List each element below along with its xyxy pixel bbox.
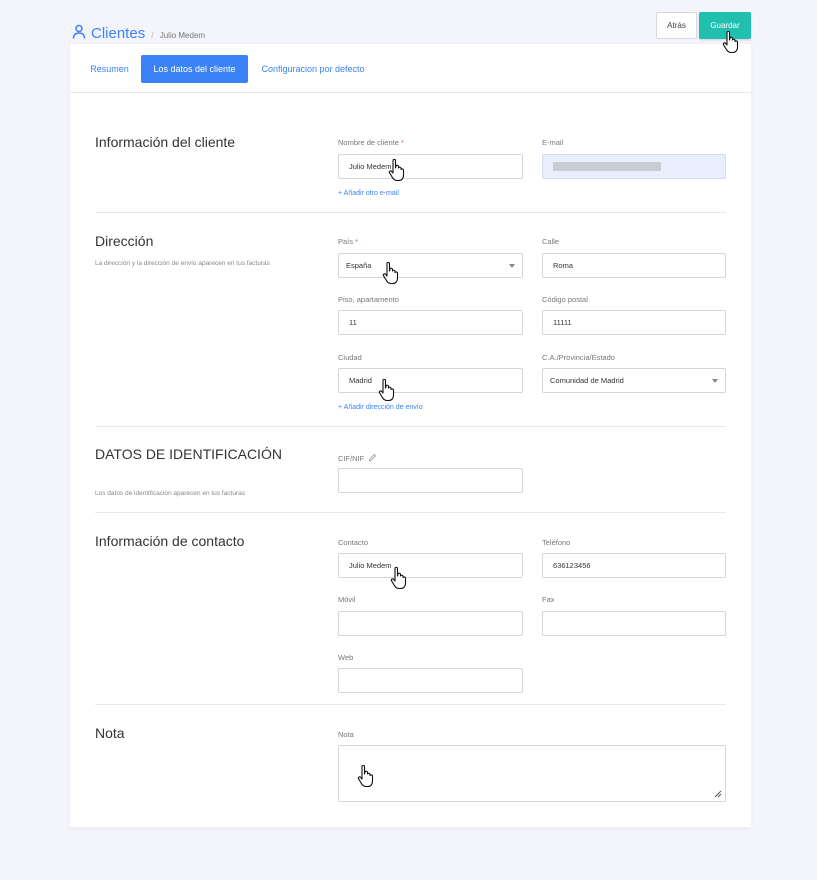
breadcrumb-separator: / [151,30,154,40]
web-input[interactable] [338,668,523,693]
add-email-link[interactable]: + Añadir otro e-mail [338,190,399,197]
section-title-note: Nota [95,725,125,741]
country-select[interactable]: España [338,253,523,278]
street-label: Calle [542,237,560,246]
page-title[interactable]: Clientes [91,25,145,42]
web-label: Web [338,653,354,662]
province-select[interactable]: Comunidad de Madrid [542,368,726,393]
country-label: País * [338,237,359,246]
postal-code-input[interactable]: 11111 [542,310,726,335]
divider [95,212,726,213]
section-title-client-info: Información del cliente [95,134,236,150]
note-textarea[interactable] [338,745,726,802]
tab-client-data[interactable]: Los datos del cliente [141,55,248,83]
tab-resumen[interactable]: Resumen [82,55,137,83]
client-form-card: Resumen Los datos del cliente Configurac… [70,44,751,827]
province-label: C.A./Provincia/Estado [542,353,615,362]
section-desc-address: La dirección y la dirección de envío apa… [95,260,270,267]
postal-code-label: Código postal [542,295,588,304]
cif-input[interactable] [338,468,523,493]
tab-bar: Resumen Los datos del cliente Configurac… [70,44,751,93]
chevron-down-icon [509,264,515,268]
section-title-address: Dirección [95,233,154,249]
back-button[interactable]: Atrás [656,12,697,39]
user-icon [72,24,86,39]
email-input[interactable] [542,154,726,179]
divider [95,512,726,513]
section-title-contact: Información de contacto [95,533,245,549]
section-title-identification: DATOS DE IDENTIFICACIÓN [95,446,282,462]
contact-label: Contacto [338,538,369,547]
phone-input[interactable]: 636123456 [542,553,726,578]
divider [95,704,726,705]
tab-default-config[interactable]: Configuracion por defecto [254,55,372,83]
pencil-icon[interactable] [368,453,377,462]
cif-label: CIF/NIF [338,453,377,463]
city-label: Ciudad [338,353,362,362]
resize-handle-icon[interactable] [714,790,722,798]
note-label: Nota [338,730,354,739]
floor-input[interactable]: 11 [338,310,523,335]
fax-input[interactable] [542,611,726,636]
chevron-down-icon [712,379,718,383]
client-name-input[interactable]: Julio Medem [338,154,523,179]
country-select-value: España [346,261,372,270]
save-button[interactable]: Guardar [699,12,751,39]
divider [95,426,726,427]
fax-label: Fax [542,595,555,604]
city-input[interactable]: Madrid [338,368,523,393]
contact-input[interactable]: Julio Medem [338,553,523,578]
breadcrumb-current: Julio Medem [159,31,206,40]
email-label: E-mail [542,138,564,147]
street-input[interactable]: Roma [542,253,726,278]
client-name-label: Nombre de cliente * [338,138,404,147]
redacted-email [553,162,661,171]
mobile-label: Móvil [338,595,356,604]
section-desc-identification: Los datos de identificación aparecen en … [95,490,245,497]
province-select-value: Comunidad de Madrid [550,376,624,385]
floor-label: Piso, apartamento [338,295,399,304]
phone-label: Teléfono [542,538,571,547]
mobile-input[interactable] [338,611,523,636]
breadcrumb: Clientes / Julio Medem [72,22,205,42]
top-bar: Clientes / Julio Medem Atrás Guardar [0,0,817,44]
add-shipping-address-link[interactable]: + Añadir dirección de envío [338,404,423,411]
